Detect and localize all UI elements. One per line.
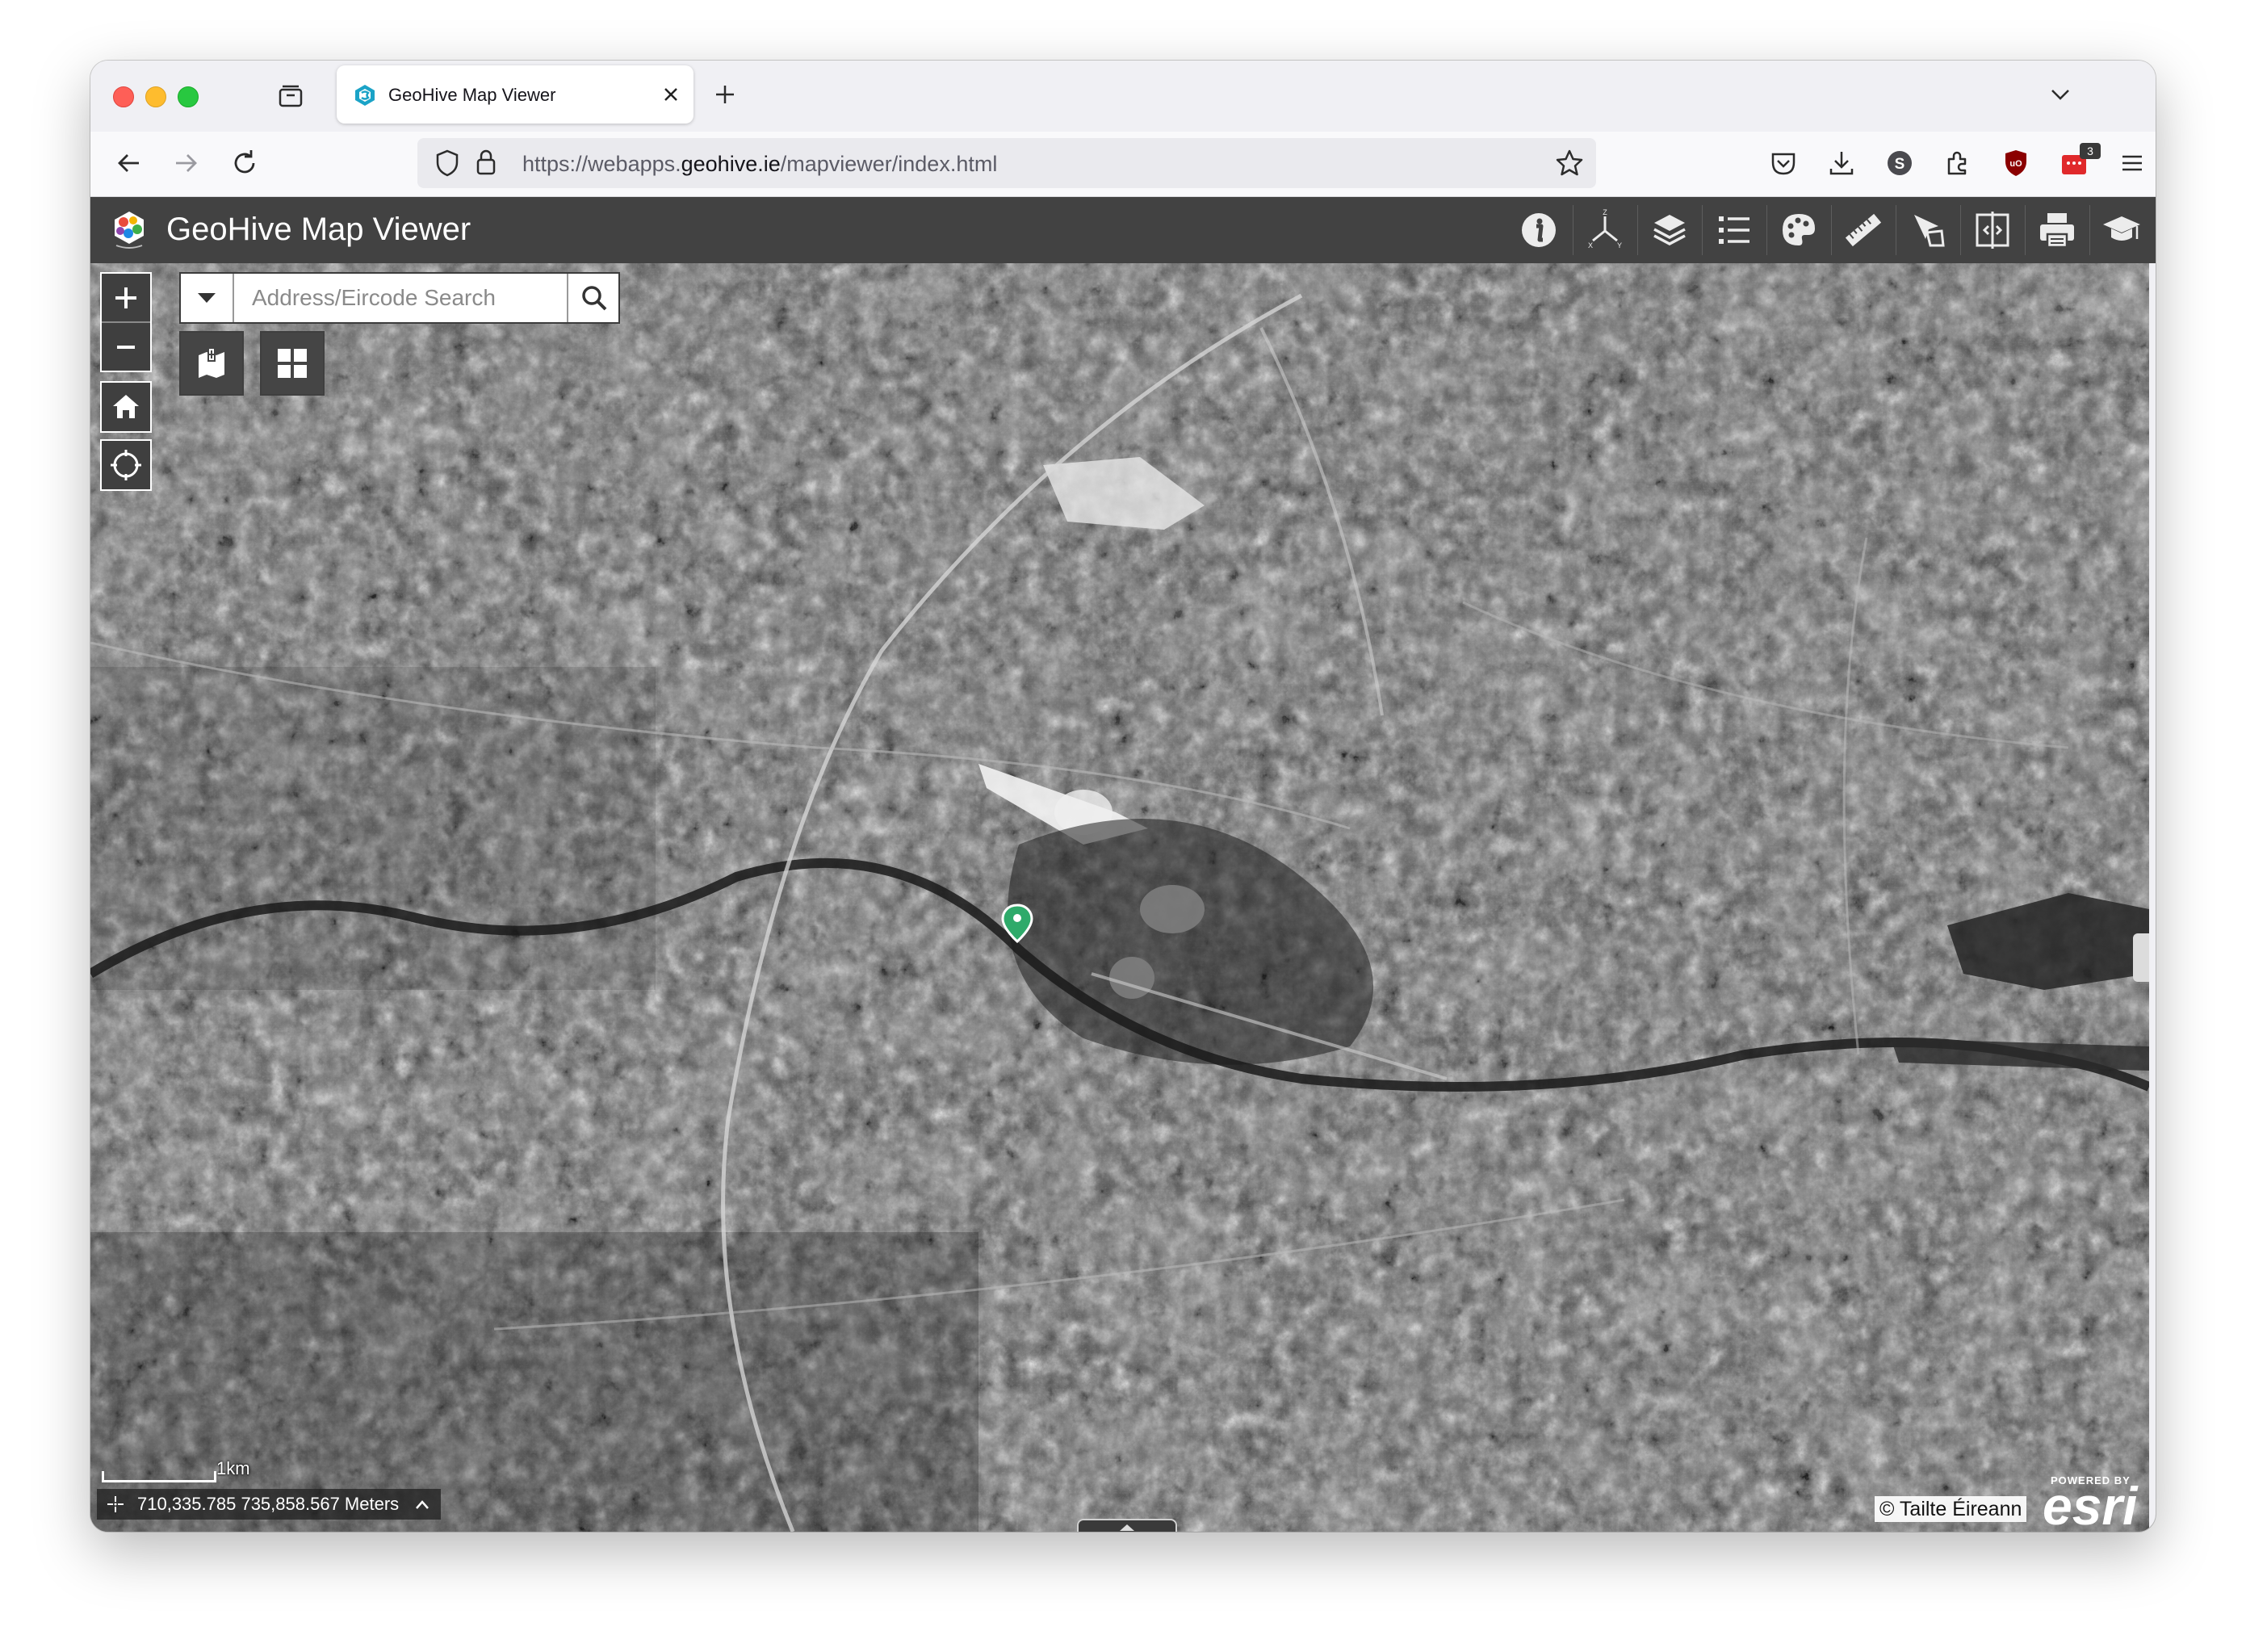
navigation-toolbar: https://webapps.geohive.ie/mapviewer/ind…: [90, 132, 2156, 197]
chevron-up-icon[interactable]: [413, 1496, 431, 1514]
extensions-icon[interactable]: [1942, 148, 1973, 178]
svg-text:Y: Y: [1617, 241, 1622, 249]
url-domain: geohive.ie: [681, 152, 781, 176]
print-icon: [2040, 213, 2074, 249]
locate-button[interactable]: [100, 439, 152, 491]
scale-label: 1km: [216, 1458, 250, 1478]
caret-down-icon: [198, 293, 216, 303]
bottom-panel-toggle[interactable]: [1077, 1519, 1177, 1532]
measure-button[interactable]: [1831, 197, 1896, 263]
download-icon[interactable]: [1826, 148, 1857, 178]
basemap-palette-icon: [1783, 214, 1815, 245]
minimize-window-button[interactable]: [145, 86, 166, 107]
draw-icon: [1914, 215, 1945, 247]
layers-button[interactable]: [1637, 197, 1702, 263]
shield-icon[interactable]: [434, 149, 461, 178]
svg-text:uO: uO: [2009, 159, 2022, 169]
geohive-logo-icon: [115, 212, 144, 249]
tab-strip: GeoHive Map Viewer: [90, 61, 2156, 132]
svg-text:X: X: [1588, 241, 1593, 249]
grid-icon: [278, 349, 307, 378]
url-prefix: https://webapps.: [522, 152, 681, 176]
browser-window: GeoHive Map Viewer https://webapps.geohi…: [90, 61, 2156, 1532]
url-text[interactable]: https://webapps.geohive.ie/mapviewer/ind…: [522, 152, 997, 177]
tab-geohive[interactable]: GeoHive Map Viewer: [337, 65, 693, 124]
close-window-button[interactable]: [113, 86, 134, 107]
geohive-favicon-icon: [355, 85, 375, 106]
url-path: /mapviewer/index.html: [780, 152, 998, 176]
pocket-icon[interactable]: [1768, 148, 1799, 178]
address-bar[interactable]: https://webapps.geohive.ie/mapviewer/ind…: [417, 138, 1596, 188]
map-attribution: © Tailte Éireann: [1875, 1496, 2027, 1522]
map-view[interactable]: 1km 710,335.785 735,858.567 Meters ©: [90, 263, 2149, 1532]
lock-icon[interactable]: [474, 148, 498, 177]
new-tab-icon[interactable]: [712, 82, 738, 107]
esri-logo[interactable]: esri: [2043, 1479, 2137, 1532]
ublock-icon[interactable]: uO: [2001, 148, 2031, 178]
crosshair-icon[interactable]: [107, 1495, 124, 1513]
zoom-out-icon: [117, 345, 135, 349]
tab-close-icon[interactable]: [660, 83, 682, 106]
app-header: GeoHive Map Viewer Z X Y: [90, 197, 2156, 263]
reload-icon[interactable]: [229, 148, 260, 178]
address-search: [179, 272, 620, 324]
education-button[interactable]: [2089, 197, 2154, 263]
app-title: GeoHive Map Viewer: [166, 212, 471, 247]
coordinate-readout[interactable]: 710,335.785 735,858.567 Meters: [97, 1489, 442, 1520]
bookmark-star-icon[interactable]: [1554, 148, 1585, 178]
search-icon: [582, 286, 607, 311]
home-icon: [113, 395, 139, 418]
menu-icon[interactable]: [2117, 148, 2148, 178]
bookmarks-button[interactable]: [179, 331, 244, 396]
info-button[interactable]: [1506, 197, 1571, 263]
caret-up-icon: [1120, 1524, 1134, 1531]
coordinate-button[interactable]: Z X Y: [1573, 197, 1637, 263]
search-source-dropdown[interactable]: [181, 274, 234, 322]
forward-arrow-icon[interactable]: [171, 148, 202, 178]
measure-ruler-icon: [1845, 213, 1882, 247]
svg-text:Z: Z: [1603, 208, 1607, 216]
basemap-gallery-button[interactable]: [260, 331, 325, 396]
zoom-controls: [100, 272, 152, 372]
basemap-button[interactable]: [1766, 197, 1831, 263]
home-button[interactable]: [100, 381, 152, 433]
layers-icon: [1653, 215, 1686, 245]
tab-title: GeoHive Map Viewer: [388, 85, 556, 105]
scale-bar: [102, 1471, 216, 1482]
svg-text:S: S: [1895, 156, 1905, 173]
search-input[interactable]: [234, 274, 565, 322]
list-all-tabs-icon[interactable]: [2047, 82, 2073, 107]
zoom-in-icon: [115, 287, 136, 308]
draw-button[interactable]: [1896, 197, 1960, 263]
extension-badge-count: 3: [2080, 143, 2101, 159]
print-button[interactable]: [2025, 197, 2089, 263]
locate-icon: [111, 450, 141, 480]
zoom-out-button[interactable]: [102, 323, 150, 371]
back-arrow-icon[interactable]: [113, 148, 144, 178]
zoom-window-button[interactable]: [178, 86, 199, 107]
legend-button[interactable]: [1702, 197, 1766, 263]
swipe-button[interactable]: [1960, 197, 2025, 263]
coordinate-text: 710,335.785 735,858.567 Meters: [137, 1494, 400, 1514]
info-icon: [1522, 213, 1556, 247]
side-panel-handle[interactable]: [2133, 933, 2149, 982]
swipe-compare-icon: [1976, 212, 2009, 249]
tab-overview-icon[interactable]: [276, 82, 305, 111]
bookmark-map-icon: [199, 347, 224, 378]
account-icon[interactable]: S: [1884, 148, 1915, 178]
satellite-imagery[interactable]: [90, 263, 2149, 1532]
search-button[interactable]: [567, 274, 620, 322]
coordinate-axes-icon: Z X Y: [1588, 208, 1622, 249]
zoom-in-button[interactable]: [102, 274, 150, 323]
legend-list-icon: [1719, 216, 1749, 244]
extension-badge-button[interactable]: 3: [2059, 143, 2101, 178]
education-cap-icon: [2103, 216, 2140, 241]
